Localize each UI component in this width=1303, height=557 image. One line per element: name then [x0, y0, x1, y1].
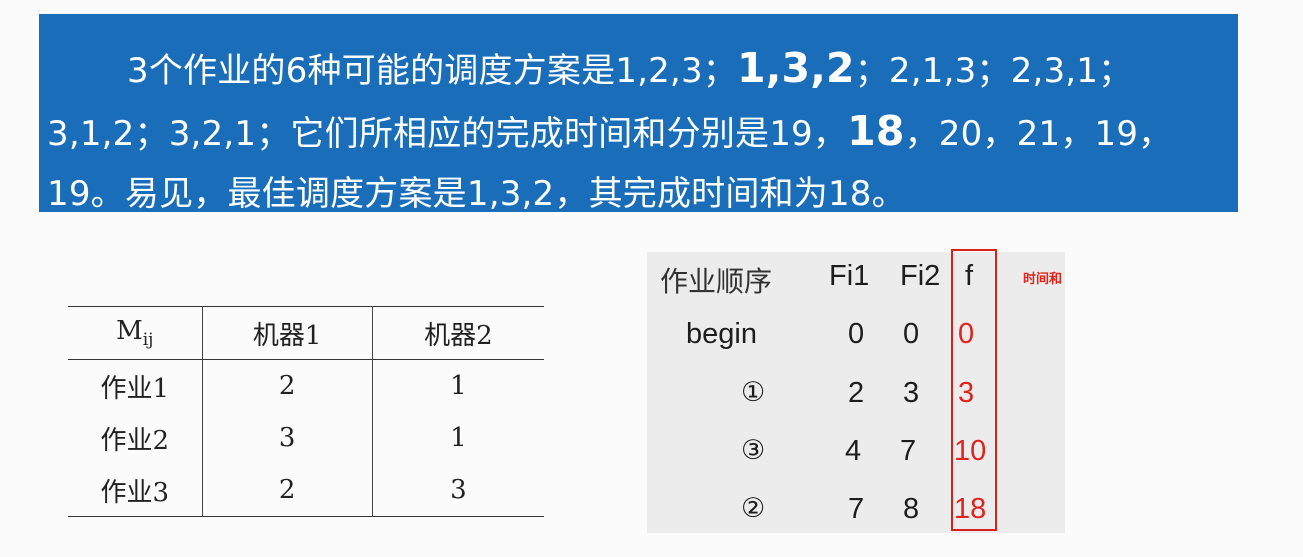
summary-best-order: 1,3,2 [736, 44, 855, 92]
fi2-value: 7 [900, 435, 917, 467]
summary-banner: 3个作业的6种可能的调度方案是1,2,3；1,3,2；2,1,3；2,3,1；3… [39, 14, 1238, 214]
machine-1-time: 3 [202, 412, 373, 464]
fi1-value: 0 [848, 318, 865, 350]
header-fi2: Fi2 [900, 260, 941, 292]
table-row: 作业2 3 1 [68, 412, 544, 464]
fi2-value: 8 [903, 493, 920, 525]
summary-part-1: 3个作业的6种可能的调度方案是1,2,3； [127, 51, 737, 91]
header-machine-1: 机器1 [202, 306, 373, 360]
corner-header: Mij [68, 306, 203, 360]
fi2-value: 3 [903, 377, 920, 409]
job-label: 作业3 [68, 464, 203, 517]
machine-2-time: 1 [450, 371, 467, 401]
order-job: ① [741, 377, 766, 408]
machine-time-table: Mij 机器1 机器2 作业1 2 1 作业2 3 1 作业3 2 3 [68, 306, 544, 517]
header-fi1: Fi1 [829, 260, 870, 292]
table-row: 作业1 2 1 [68, 359, 544, 412]
fi1-value: 2 [848, 377, 865, 409]
order-job: ③ [741, 435, 766, 466]
order-begin: begin [686, 318, 757, 350]
fi1-value: 4 [845, 435, 862, 467]
job-label: 作业2 [68, 412, 203, 464]
table-header-row: Mij 机器1 机器2 [68, 306, 544, 360]
table-row: 作业3 2 3 [68, 464, 544, 517]
fi2-value: 0 [903, 318, 920, 350]
machine-1-time: 2 [202, 464, 373, 517]
machine-1-time: 2 [202, 359, 373, 412]
machine-2-time: 1 [450, 423, 467, 453]
corner-sub: ij [142, 330, 154, 350]
machine-2-time: 3 [450, 475, 467, 505]
header-order: 作业顺序 [660, 265, 773, 298]
time-sum-note: 时间和 [1023, 272, 1063, 287]
job-label: 作业1 [68, 359, 203, 412]
f-column-highlight [951, 249, 997, 531]
header-machine-2: 机器2 [424, 320, 493, 351]
order-job: ② [741, 493, 766, 524]
summary-best-time: 18 [847, 107, 905, 155]
corner-main: M [116, 316, 143, 346]
summary-text: 3个作业的6种可能的调度方案是1,2,3；1,3,2；2,1,3；2,3,1；3… [47, 38, 1228, 224]
fi1-value: 7 [848, 493, 865, 525]
